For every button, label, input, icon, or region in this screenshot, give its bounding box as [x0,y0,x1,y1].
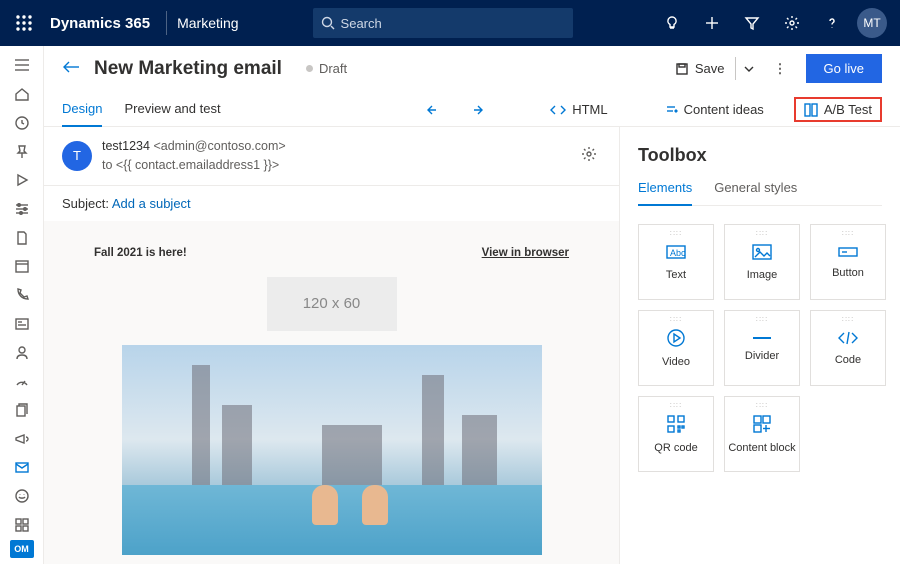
om-badge[interactable]: OM [10,540,34,558]
toolbox-title: Toolbox [638,145,882,166]
search-icon [321,16,335,30]
email-canvas: T test1234 <admin@contoso.com> to <{{ co… [44,127,620,564]
html-button[interactable]: HTML [540,96,617,123]
hamburger-icon[interactable] [4,52,40,79]
logo-placeholder[interactable]: 120 x 60 [267,277,397,331]
sliders-icon[interactable] [4,196,40,223]
toolbox-item-button[interactable]: ∷∷Button [810,224,886,300]
filter-icon[interactable] [732,0,772,46]
content-block-icon [752,414,772,434]
code-icon [550,103,566,117]
pin-icon[interactable] [4,138,40,165]
save-label: Save [695,61,725,76]
brand-label[interactable]: Dynamics 365 [40,15,156,32]
phone-icon[interactable] [4,282,40,309]
subject-label: Subject: [62,196,109,211]
email-headline: Fall 2021 is here! [94,247,187,259]
subject-placeholder-link[interactable]: Add a subject [112,196,191,211]
page-title: New Marketing email [94,58,282,80]
content-ideas-button[interactable]: Content ideas [654,96,774,123]
sparkle-icon [664,103,678,117]
files-icon[interactable] [4,397,40,424]
toolbox-item-image[interactable]: ∷∷Image [724,224,800,300]
mail-icon[interactable] [4,454,40,481]
user-avatar[interactable]: MT [852,0,892,46]
redo-button[interactable] [458,97,494,123]
toolbox-item-divider[interactable]: ∷∷Divider [724,310,800,386]
left-nav: OM [0,46,44,564]
editor-toolbar: Design Preview and test HTML Content ide… [44,87,900,127]
video-icon [666,328,686,348]
toolbox-tab-general[interactable]: General styles [714,180,797,205]
global-topbar: Dynamics 365 Marketing Search MT [0,0,900,46]
from-block[interactable]: test1234 <admin@contoso.com> to <{{ cont… [102,137,577,175]
home-icon[interactable] [4,81,40,108]
save-button[interactable]: Save [669,57,731,80]
save-icon [675,62,689,76]
app-launcher-icon[interactable] [8,15,40,31]
email-body[interactable]: Fall 2021 is here! View in browser 120 x… [44,221,619,564]
button-icon [837,245,859,259]
status-label: Draft [319,61,347,76]
person-icon[interactable] [4,339,40,366]
calendar-icon[interactable] [4,253,40,280]
toolbox-item-qr[interactable]: ∷∷QR code [638,396,714,472]
text-icon: Abc [665,243,687,261]
hero-image[interactable] [122,345,542,555]
document-icon[interactable] [4,224,40,251]
subject-row[interactable]: Subject: Add a subject [44,186,619,221]
grid-icon[interactable] [4,512,40,539]
toolbox-item-content-block[interactable]: ∷∷Content block [724,396,800,472]
tab-design[interactable]: Design [62,93,102,126]
help-icon[interactable] [812,0,852,46]
go-live-button[interactable]: Go live [806,54,882,83]
search-placeholder: Search [341,16,382,31]
qr-icon [666,414,686,434]
to-line: to <{{ contact.emailaddress1 }}> [102,156,577,175]
play-icon[interactable] [4,167,40,194]
divider [166,11,167,35]
divider-icon [751,334,773,342]
undo-button[interactable] [416,97,452,123]
gauge-icon[interactable] [4,368,40,395]
toolbox-item-video[interactable]: ∷∷Video [638,310,714,386]
ab-test-icon [804,103,818,117]
toolbox-panel: Toolbox Elements General styles ∷∷AbcTex… [620,127,900,564]
envelope-settings-icon[interactable] [577,142,601,169]
settings-icon[interactable] [772,0,812,46]
save-dropdown[interactable] [735,57,762,80]
toolbox-item-code[interactable]: ∷∷Code [810,310,886,386]
image-icon [751,243,773,261]
global-search[interactable]: Search [313,8,573,38]
clock-icon[interactable] [4,109,40,136]
toolbox-tab-elements[interactable]: Elements [638,180,692,205]
avatar-initials: MT [857,8,887,38]
module-label[interactable]: Marketing [177,15,252,31]
chevron-down-icon [744,65,754,73]
newspaper-icon[interactable] [4,310,40,337]
megaphone-icon[interactable] [4,425,40,452]
toolbox-item-text[interactable]: ∷∷AbcText [638,224,714,300]
add-icon[interactable] [692,0,732,46]
emoji-icon[interactable] [4,483,40,510]
back-button[interactable] [62,60,80,77]
view-in-browser-link[interactable]: View in browser [482,247,569,259]
page-header: New Marketing email Draft Save ⋮ Go live [44,46,900,87]
sender-avatar: T [62,141,92,171]
lightbulb-icon[interactable] [652,0,692,46]
more-button[interactable]: ⋮ [762,61,800,77]
email-envelope: T test1234 <admin@contoso.com> to <{{ co… [44,127,619,186]
tab-preview[interactable]: Preview and test [124,93,220,126]
ab-test-button[interactable]: A/B Test [794,97,882,122]
code-block-icon [837,330,859,346]
status-indicator [306,65,313,72]
svg-text:Abc: Abc [670,248,686,258]
